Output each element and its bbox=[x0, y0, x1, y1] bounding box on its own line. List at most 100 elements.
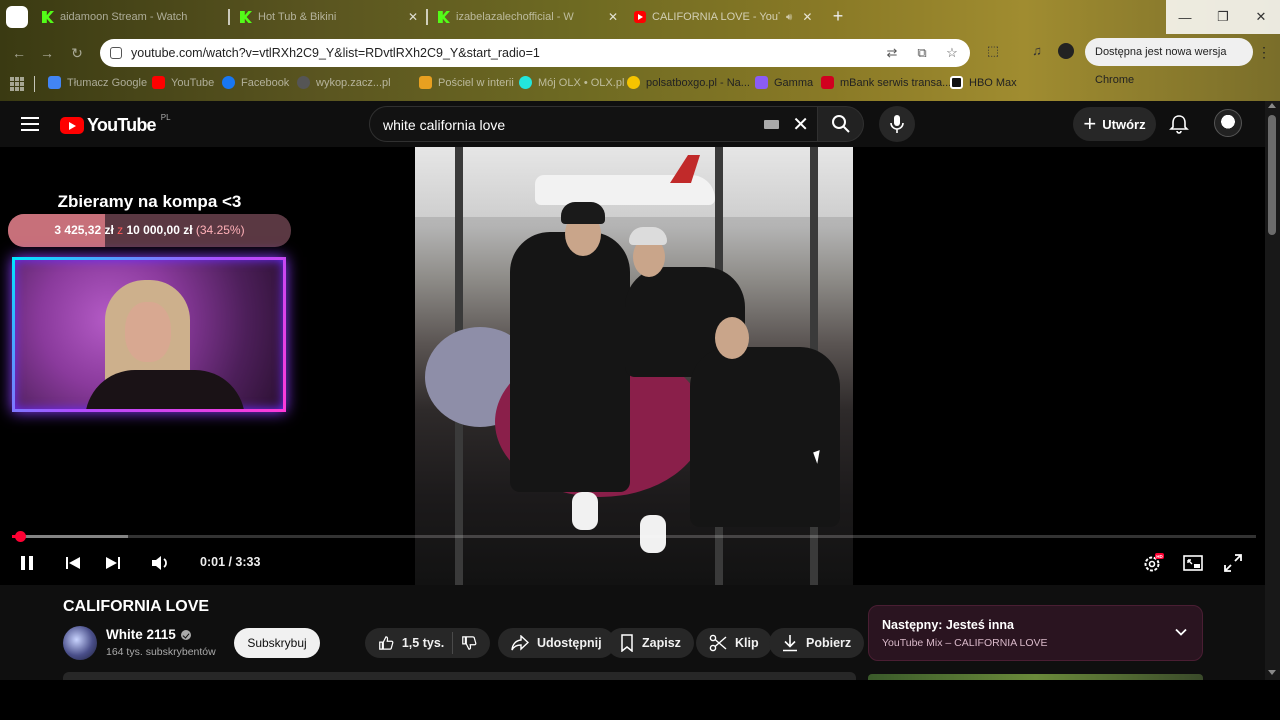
bookmark-item[interactable]: polsatboxgo.pl - Na... bbox=[627, 76, 750, 89]
bookmark-item[interactable]: wykop.zacz...pl bbox=[297, 76, 391, 89]
search-input[interactable]: white california love ✕ bbox=[369, 106, 818, 142]
webcam-person-body bbox=[85, 370, 245, 409]
thumbs-down-icon[interactable] bbox=[461, 634, 477, 652]
menu-icon[interactable] bbox=[21, 117, 39, 131]
olx-icon bbox=[519, 76, 532, 89]
scrollbar-thumb[interactable] bbox=[1268, 115, 1276, 235]
toolbar: ← → ↻ youtube.com/watch?v=vtlRXh2C9_Y&li… bbox=[0, 36, 1280, 86]
address-bar[interactable]: youtube.com/watch?v=vtlRXh2C9_Y&list=RDv… bbox=[100, 39, 970, 67]
kick-icon bbox=[42, 11, 54, 23]
clear-search-icon[interactable]: ✕ bbox=[792, 112, 809, 137]
up-next-title[interactable]: Następny: Jesteś inna bbox=[882, 618, 1014, 632]
seek-handle[interactable] bbox=[15, 531, 27, 542]
like-dislike-group: 1,5 tys. bbox=[365, 628, 490, 658]
restore-button[interactable]: ❐ bbox=[1204, 0, 1242, 34]
clip-button[interactable]: Klip bbox=[696, 628, 772, 658]
next-icon bbox=[106, 557, 120, 569]
profile-avatar[interactable] bbox=[1058, 43, 1074, 59]
close-window-button[interactable]: ✕ bbox=[1242, 0, 1280, 34]
download-icon bbox=[783, 635, 797, 652]
tab-kick-2[interactable]: Hot Tub & Bikini ✕ bbox=[240, 6, 420, 28]
subscribe-button[interactable]: Subskrybuj bbox=[234, 628, 320, 658]
bookmark-item[interactable]: Gamma bbox=[755, 76, 813, 89]
settings-button[interactable]: HD bbox=[1142, 552, 1164, 574]
next-button[interactable] bbox=[102, 552, 124, 574]
install-app-icon[interactable]: ⧉ bbox=[914, 45, 930, 61]
miniplayer-icon bbox=[1183, 555, 1203, 571]
search-query[interactable]: white california love bbox=[383, 117, 505, 133]
like-count[interactable]: 1,5 tys. bbox=[402, 636, 444, 650]
audio-playing-icon[interactable]: 🔊︎ bbox=[786, 12, 792, 23]
back-button[interactable]: ← bbox=[10, 44, 28, 62]
download-button[interactable]: Pobierz bbox=[769, 628, 865, 658]
extensions-icon[interactable]: ⬚ bbox=[985, 43, 1001, 59]
youtube-logo[interactable]: YouTube PL bbox=[60, 113, 171, 136]
thumbs-up-icon[interactable] bbox=[378, 634, 394, 652]
voice-search-button[interactable] bbox=[879, 106, 915, 142]
close-tab-icon[interactable]: ✕ bbox=[802, 10, 812, 24]
chevron-down-icon[interactable] bbox=[1174, 625, 1188, 639]
notifications-bell-icon[interactable] bbox=[1168, 113, 1190, 135]
seek-bar[interactable] bbox=[12, 531, 1256, 542]
create-button[interactable]: + Utwórz bbox=[1073, 107, 1156, 141]
fullscreen-icon bbox=[1224, 554, 1242, 572]
video-title: CALIFORNIA LOVE bbox=[63, 598, 210, 615]
miniplayer-button[interactable] bbox=[1182, 552, 1204, 574]
apps-grid-icon[interactable] bbox=[10, 77, 24, 91]
minimize-button[interactable]: — bbox=[1166, 0, 1204, 34]
chrome-update-button[interactable]: Dostępna jest nowa wersja Chrome bbox=[1085, 38, 1253, 86]
scroll-up-arrow-icon[interactable] bbox=[1268, 103, 1276, 108]
video-person-cap bbox=[629, 227, 667, 245]
share-button[interactable]: Udostępnij bbox=[498, 628, 615, 658]
translate-icon[interactable]: ⇄ bbox=[884, 45, 900, 61]
bookmark-item[interactable]: HBO Max bbox=[950, 76, 1017, 89]
pause-button[interactable] bbox=[16, 552, 38, 574]
reload-button[interactable]: ↻ bbox=[68, 44, 86, 62]
close-tab-icon[interactable]: ✕ bbox=[408, 10, 418, 24]
bookmark-item[interactable]: YouTube bbox=[152, 76, 214, 89]
bookmark-item[interactable]: mBank serwis transa... bbox=[821, 76, 951, 89]
up-next-card[interactable]: Następny: Jesteś inna YouTube Mix – CALI… bbox=[868, 605, 1203, 661]
search-button[interactable] bbox=[818, 106, 864, 142]
channel-name[interactable]: White 2115 bbox=[106, 627, 191, 642]
video-person-cap bbox=[561, 202, 605, 224]
account-avatar[interactable] bbox=[1214, 109, 1242, 137]
tab-kick-3[interactable]: izabelazalechofficial - W ✕ bbox=[438, 6, 618, 28]
keyboard-icon[interactable] bbox=[764, 120, 779, 129]
url-text[interactable]: youtube.com/watch?v=vtlRXh2C9_Y&list=RDv… bbox=[131, 46, 540, 60]
browser-menu-icon[interactable] bbox=[6, 6, 28, 28]
tab-kick-1[interactable]: aidamoon Stream - Watch bbox=[42, 6, 224, 28]
fullscreen-button[interactable] bbox=[1222, 552, 1244, 574]
polsatbox-icon bbox=[627, 76, 640, 89]
bookmark-item[interactable]: Tłumacz Google bbox=[48, 76, 147, 89]
volume-button[interactable] bbox=[150, 552, 172, 574]
video-scene-shoe bbox=[640, 515, 666, 553]
scroll-down-arrow-icon[interactable] bbox=[1268, 670, 1276, 675]
like-divider bbox=[452, 632, 454, 654]
close-tab-icon[interactable]: ✕ bbox=[608, 10, 618, 24]
bookmark-star-icon[interactable]: ☆ bbox=[944, 45, 960, 61]
tab-youtube-active[interactable]: CALIFORNIA LOVE - YouTu 🔊︎ ✕ bbox=[634, 6, 814, 28]
hd-badge: HD bbox=[1156, 554, 1163, 559]
bookmark-item[interactable]: Pościel w interii bbox=[419, 76, 514, 89]
video-frame[interactable] bbox=[415, 147, 853, 585]
video-details: CALIFORNIA LOVE White 2115 164 tys. subs… bbox=[0, 585, 1265, 680]
bookmark-item[interactable]: Facebook bbox=[222, 76, 289, 89]
bookmark-item[interactable]: Mój OLX • OLX.pl bbox=[519, 76, 624, 89]
video-scene-shoe bbox=[572, 492, 598, 530]
media-controls-icon[interactable]: ♫ bbox=[1029, 43, 1045, 59]
forward-button[interactable]: → bbox=[38, 44, 56, 62]
description-box[interactable] bbox=[63, 672, 856, 680]
new-tab-button[interactable]: + bbox=[829, 7, 847, 25]
chrome-menu-icon[interactable]: ⋮ bbox=[1257, 44, 1271, 61]
video-player[interactable]: Zbieramy na kompa <3 3 425,32 zł z 10 00… bbox=[0, 147, 1265, 585]
browser-chrome: aidamoon Stream - Watch Hot Tub & Bikini… bbox=[0, 0, 1280, 101]
save-button[interactable]: Zapisz bbox=[607, 628, 694, 658]
tab-strip: aidamoon Stream - Watch Hot Tub & Bikini… bbox=[0, 0, 1280, 34]
site-info-icon[interactable] bbox=[110, 47, 122, 59]
webcam-person-face bbox=[125, 302, 171, 362]
previous-button[interactable] bbox=[62, 552, 84, 574]
settings-gear-icon: HD bbox=[1144, 553, 1164, 572]
hbo-max-icon bbox=[950, 76, 963, 89]
channel-avatar[interactable] bbox=[63, 626, 97, 660]
